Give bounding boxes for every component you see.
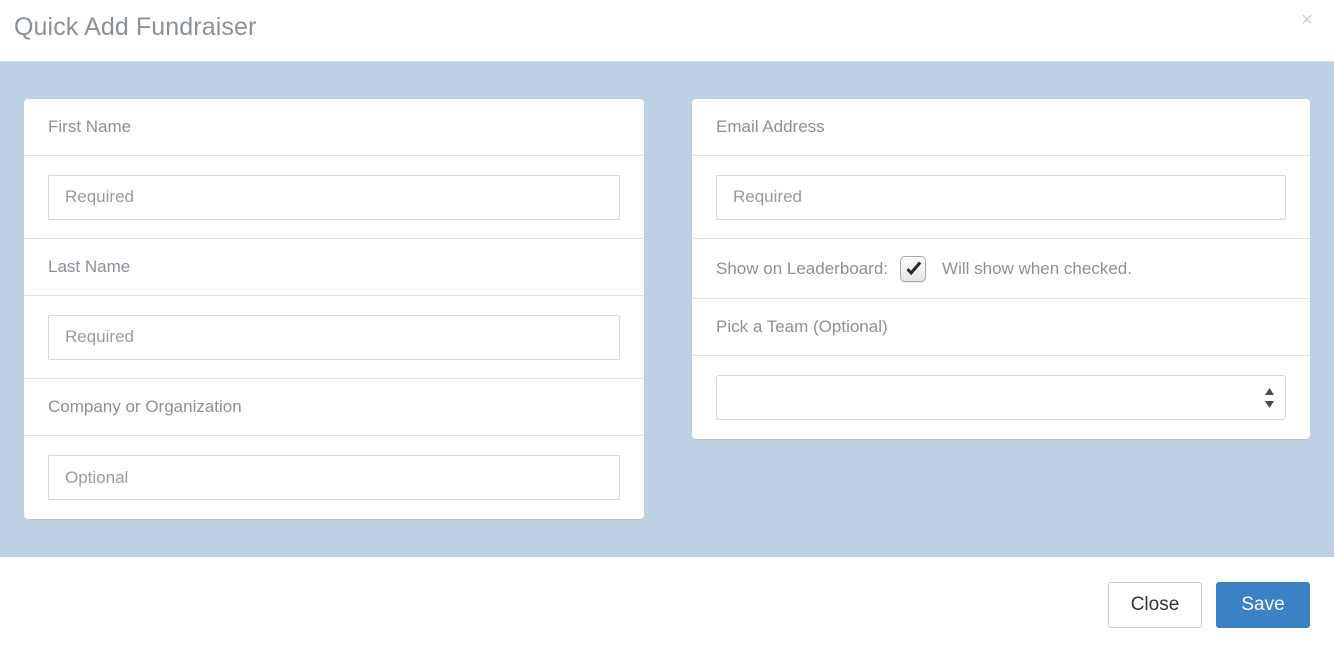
leaderboard-label: Show on Leaderboard: (716, 259, 888, 279)
first-name-label: First Name (48, 117, 131, 137)
team-label: Pick a Team (Optional) (716, 317, 888, 337)
email-label-row: Email Address (692, 99, 1310, 156)
first-name-input[interactable] (48, 175, 620, 220)
checkmark-icon (904, 260, 924, 280)
personal-info-panel: First Name Last Name Company or Organiza… (24, 99, 644, 519)
last-name-label: Last Name (48, 257, 130, 277)
last-name-input[interactable] (48, 315, 620, 360)
save-button[interactable]: Save (1216, 582, 1310, 628)
email-field[interactable] (716, 175, 1286, 220)
company-input[interactable] (48, 455, 620, 500)
team-select-wrapper (716, 375, 1286, 420)
last-name-label-row: Last Name (24, 239, 644, 296)
modal-header: Quick Add Fundraiser × (0, 0, 1334, 62)
leaderboard-row: Show on Leaderboard: Will show when chec… (692, 239, 1310, 299)
last-name-field-row (24, 296, 644, 379)
company-field-row (24, 436, 644, 519)
first-name-label-row: First Name (24, 99, 644, 156)
leaderboard-help-text: Will show when checked. (942, 259, 1132, 279)
leaderboard-checkbox[interactable] (900, 256, 926, 282)
close-button[interactable]: Close (1108, 582, 1202, 628)
modal-footer: Close Save (0, 557, 1334, 656)
email-label: Email Address (716, 117, 825, 137)
first-name-field-row (24, 156, 644, 239)
company-label-row: Company or Organization (24, 379, 644, 436)
quick-add-fundraiser-modal: Quick Add Fundraiser × First Name Last N… (0, 0, 1334, 656)
team-field-row (692, 356, 1310, 439)
team-label-row: Pick a Team (Optional) (692, 299, 1310, 356)
team-select[interactable] (716, 375, 1286, 420)
page-title: Quick Add Fundraiser (14, 10, 256, 44)
contact-info-panel: Email Address Show on Leaderboard: Will … (692, 99, 1310, 439)
email-field-row (692, 156, 1310, 239)
modal-body: First Name Last Name Company or Organiza… (0, 62, 1334, 557)
close-icon[interactable]: × (1296, 9, 1318, 31)
company-label: Company or Organization (48, 397, 242, 417)
